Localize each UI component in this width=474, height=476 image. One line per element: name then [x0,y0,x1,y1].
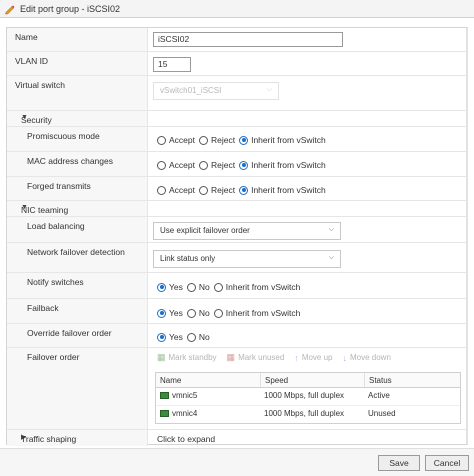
vlan-label: VLAN ID [15,56,49,66]
notify-no-radio[interactable]: No [186,282,210,292]
chevron-down-icon: ⌵ [328,226,334,233]
mark-standby-button[interactable]: ▦ Mark standby [157,352,217,363]
unused-icon: ▦ [226,352,236,362]
failover-order-label: Failover order [27,352,80,362]
move-down-button[interactable]: ↓ Move down [343,352,391,363]
column-status-header[interactable]: Status [364,373,460,387]
mac-changes-row: MAC address changes Accept Reject Inheri… [7,152,467,177]
failover-order-grid: Name Speed Status vmnic5 1000 Mbps, full… [155,372,461,424]
click-to-expand-text[interactable]: Click to expand [157,434,215,444]
cancel-button[interactable]: Cancel [425,455,469,471]
override-failover-label: Override failover order [27,328,112,338]
load-balancing-select[interactable]: Use explicit failover order ⌵ [153,222,341,240]
dialog-titlebar: Edit port group - iSCSI02 [0,0,474,18]
column-speed-header[interactable]: Speed [260,373,364,387]
move-up-icon: ↑ [294,352,299,363]
notify-switches-label: Notify switches [27,277,84,287]
move-up-button[interactable]: ↑ Move up [294,352,332,363]
chevron-down-icon: ⌵ [266,86,272,93]
notify-switches-row: Notify switches Yes No Inherit from vSwi… [7,273,467,299]
failback-inherit-radio[interactable]: Inherit from vSwitch [213,308,300,318]
traffic-shaping-label: Traffic shaping [21,434,77,444]
vswitch-select: vSwitch01_iSCSI ⌵ [153,82,279,100]
forged-transmits-label: Forged transmits [27,181,91,191]
forged-reject-radio[interactable]: Reject [199,185,235,195]
nic-icon [160,392,169,399]
form-panel: Name iSCSI02 VLAN ID 15 Virtual switch v… [6,27,468,446]
standby-icon: ▦ [157,352,166,362]
security-section-header[interactable]: ▼ Security [7,111,467,127]
pencil-icon [5,5,15,14]
save-button[interactable]: Save [378,455,420,471]
mac-inherit-radio[interactable]: Inherit from vSwitch [239,160,326,170]
vlan-row: VLAN ID 15 [7,52,467,76]
failback-yes-radio[interactable]: Yes [157,308,183,318]
mac-accept-radio[interactable]: Accept [157,160,195,170]
table-row[interactable]: vmnic4 1000 Mbps, full duplex Unused [156,405,460,421]
mark-unused-button[interactable]: ▦ Mark unused [227,352,285,363]
override-yes-radio[interactable]: Yes [157,332,183,342]
promiscuous-label: Promiscuous mode [27,131,100,141]
load-balancing-row: Load balancing Use explicit failover ord… [7,217,467,243]
nic-teaming-section-header[interactable]: ▼ NIC teaming [7,201,467,217]
name-row: Name iSCSI02 [7,28,467,52]
notify-inherit-radio[interactable]: Inherit from vSwitch [213,282,300,292]
traffic-shaping-row[interactable]: ▶ Traffic shaping Click to expand [7,430,467,446]
failback-row: Failback Yes No Inherit from vSwitch [7,299,467,324]
vswitch-label: Virtual switch [15,80,65,90]
forged-transmits-row: Forged transmits Accept Reject Inherit f… [7,177,467,201]
promiscuous-row: Promiscuous mode Accept Reject Inherit f… [7,127,467,152]
vswitch-row: Virtual switch vSwitch01_iSCSI ⌵ [7,76,467,111]
column-name-header[interactable]: Name [156,373,260,387]
override-no-radio[interactable]: No [186,332,210,342]
forged-accept-radio[interactable]: Accept [157,185,195,195]
failback-no-radio[interactable]: No [186,308,210,318]
vlan-input[interactable]: 15 [153,57,191,72]
move-down-icon: ↓ [342,352,348,363]
failover-order-row: Failover order ▦ Mark standby ▦ Mark unuse… [7,348,467,430]
promiscuous-accept-radio[interactable]: Accept [157,135,195,145]
dialog-footer: Save Cancel [0,448,474,476]
failover-detection-row: Network failover detection Link status o… [7,243,467,273]
forged-inherit-radio[interactable]: Inherit from vSwitch [239,185,326,195]
name-input[interactable]: iSCSI02 [153,32,343,47]
failover-detection-label: Network failover detection [27,247,125,257]
dialog-title: Edit port group - iSCSI02 [20,3,121,14]
security-section-label: Security [21,115,52,125]
mac-reject-radio[interactable]: Reject [199,160,235,170]
promiscuous-inherit-radio[interactable]: Inherit from vSwitch [239,135,326,145]
failover-detection-select[interactable]: Link status only ⌵ [153,250,341,268]
chevron-down-icon: ⌵ [328,254,334,261]
load-balancing-label: Load balancing [27,221,85,231]
table-row[interactable]: vmnic5 1000 Mbps, full duplex Active [156,388,460,404]
notify-yes-radio[interactable]: Yes [157,282,183,292]
grid-header: Name Speed Status [156,373,460,388]
nic-icon [160,410,169,417]
promiscuous-reject-radio[interactable]: Reject [199,135,235,145]
failover-toolbar: ▦ Mark standby ▦ Mark unused ↑ Move up ↓ Mov… [157,352,401,363]
mac-changes-label: MAC address changes [27,156,113,166]
nic-teaming-section-label: NIC teaming [21,205,69,215]
failback-label: Failback [27,303,59,313]
name-label: Name [15,32,38,42]
override-failover-row: Override failover order Yes No [7,324,467,348]
